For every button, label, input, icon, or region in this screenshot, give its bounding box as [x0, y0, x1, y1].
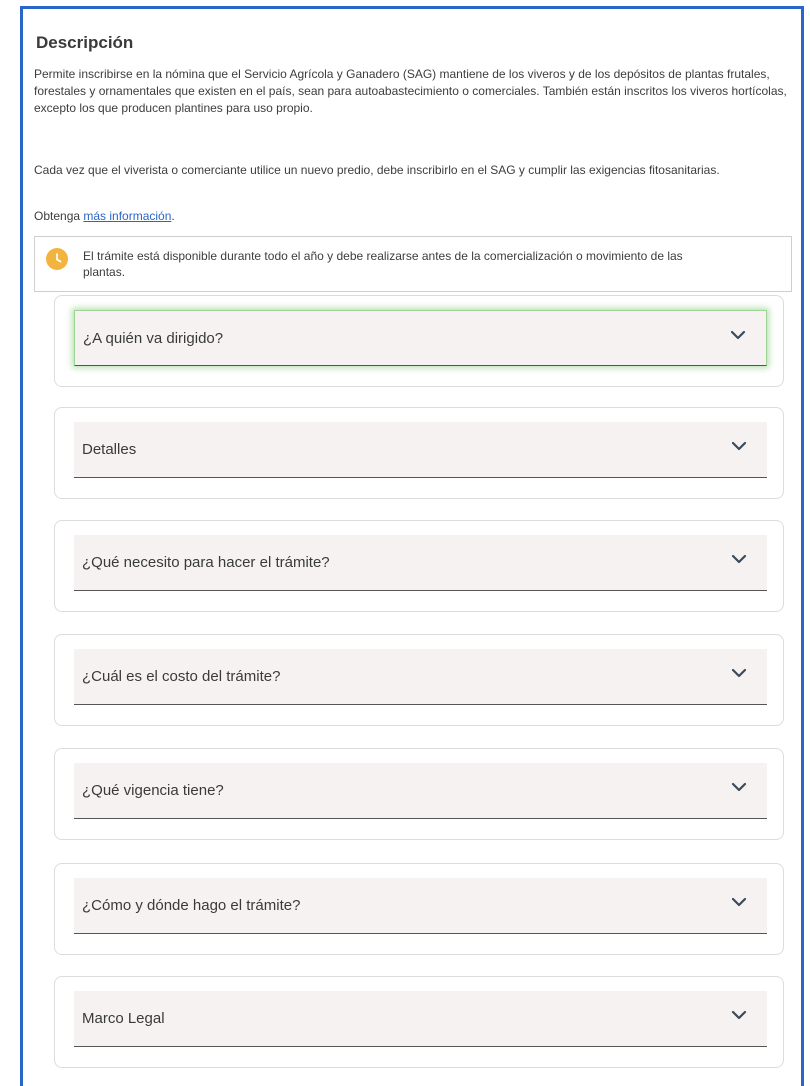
accordion-header-a-quien-va-dirigido[interactable]: ¿A quién va dirigido?: [74, 310, 767, 366]
chevron-down-icon: [731, 782, 747, 792]
accordion-header-que-necesito[interactable]: ¿Qué necesito para hacer el trámite?: [74, 535, 767, 591]
chevron-down-icon: [730, 330, 746, 340]
accordion-label: ¿Cuál es el costo del trámite?: [82, 668, 281, 685]
chevron-down-icon: [731, 897, 747, 907]
notice-text: El trámite está disponible durante todo …: [83, 249, 683, 279]
accordion-item-marco-legal: Marco Legal: [54, 976, 784, 1068]
description-paragraph-2: Cada vez que el viverista o comerciante …: [34, 163, 720, 177]
accordion-label: ¿Qué necesito para hacer el trámite?: [82, 554, 330, 571]
more-info-prefix: Obtenga: [34, 209, 84, 223]
accordion-header-costo[interactable]: ¿Cuál es el costo del trámite?: [74, 649, 767, 705]
accordion-label: ¿A quién va dirigido?: [83, 330, 224, 347]
accordion-item-que-necesito: ¿Qué necesito para hacer el trámite?: [54, 520, 784, 612]
more-info-suffix: .: [171, 209, 175, 223]
accordion-item-detalles: Detalles: [54, 407, 784, 499]
accordion-header-detalles[interactable]: Detalles: [74, 422, 767, 478]
page-title: Descripción: [36, 33, 134, 52]
description-paragraph-1: Permite inscribirse en la nómina que el …: [34, 67, 787, 115]
chevron-down-icon: [731, 554, 747, 564]
chevron-down-icon: [731, 668, 747, 678]
accordion-label: Detalles: [82, 441, 137, 458]
accordion-item-vigencia: ¿Qué vigencia tiene?: [54, 748, 784, 840]
clock-icon: [46, 248, 68, 270]
more-info-line: Obtenga más información.: [34, 208, 792, 225]
chevron-down-icon: [731, 1010, 747, 1020]
availability-notice: El trámite está disponible durante todo …: [34, 236, 792, 292]
accordion-header-vigencia[interactable]: ¿Qué vigencia tiene?: [74, 763, 767, 819]
accordion-header-como-y-donde[interactable]: ¿Cómo y dónde hago el trámite?: [74, 878, 767, 934]
accordion-item-costo: ¿Cuál es el costo del trámite?: [54, 634, 784, 726]
accordion-label: ¿Qué vigencia tiene?: [82, 782, 224, 799]
accordion-item-como-y-donde: ¿Cómo y dónde hago el trámite?: [54, 863, 784, 955]
chevron-down-icon: [731, 441, 747, 451]
more-info-link[interactable]: más información: [83, 209, 171, 223]
accordion-label: ¿Cómo y dónde hago el trámite?: [82, 897, 301, 914]
accordion-header-marco-legal[interactable]: Marco Legal: [74, 991, 767, 1047]
accordion-item-a-quien-va-dirigido: ¿A quién va dirigido?: [54, 295, 784, 387]
accordion-label: Marco Legal: [82, 1010, 165, 1027]
